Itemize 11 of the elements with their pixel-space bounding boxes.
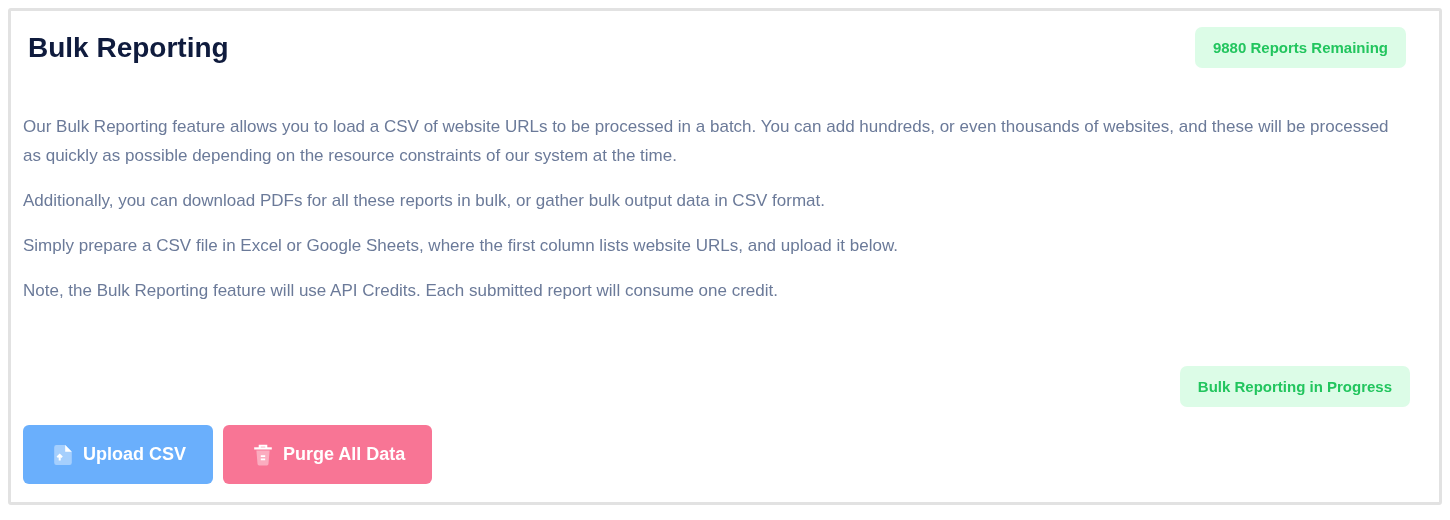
file-upload-icon xyxy=(52,443,74,466)
description-paragraph: Our Bulk Reporting feature allows you to load a CSV of website URLs to be processed in a batch. You can add hundreds, or even thousands of websites, and these will be processed as quickly as possible depending on the resource constraints of our system at the time. xyxy=(23,116,1390,167)
trash-icon xyxy=(252,443,274,466)
purge-button[interactable]: Purge All Data xyxy=(223,425,433,484)
page-title: Bulk Reporting xyxy=(28,31,229,64)
description-paragraph: Additionally, you can download PDFs for all these reports in bulk, or gather bulk output data in CSV format. xyxy=(23,190,826,212)
reports-remaining-badge: 9880 Reports Remaining xyxy=(1194,27,1406,68)
description-paragraph: Simply prepare a CSV file in Excel or Google Sheets, where the first column lists website URLs, and upload it below. xyxy=(23,235,899,257)
upload-button[interactable]: Upload CSV xyxy=(23,425,213,484)
description-paragraph: Note, the Bulk Reporting feature will use API Credits. Each submitted report will consume one credit. xyxy=(23,280,779,302)
status-badge: Bulk Reporting in Progress xyxy=(1179,366,1410,407)
